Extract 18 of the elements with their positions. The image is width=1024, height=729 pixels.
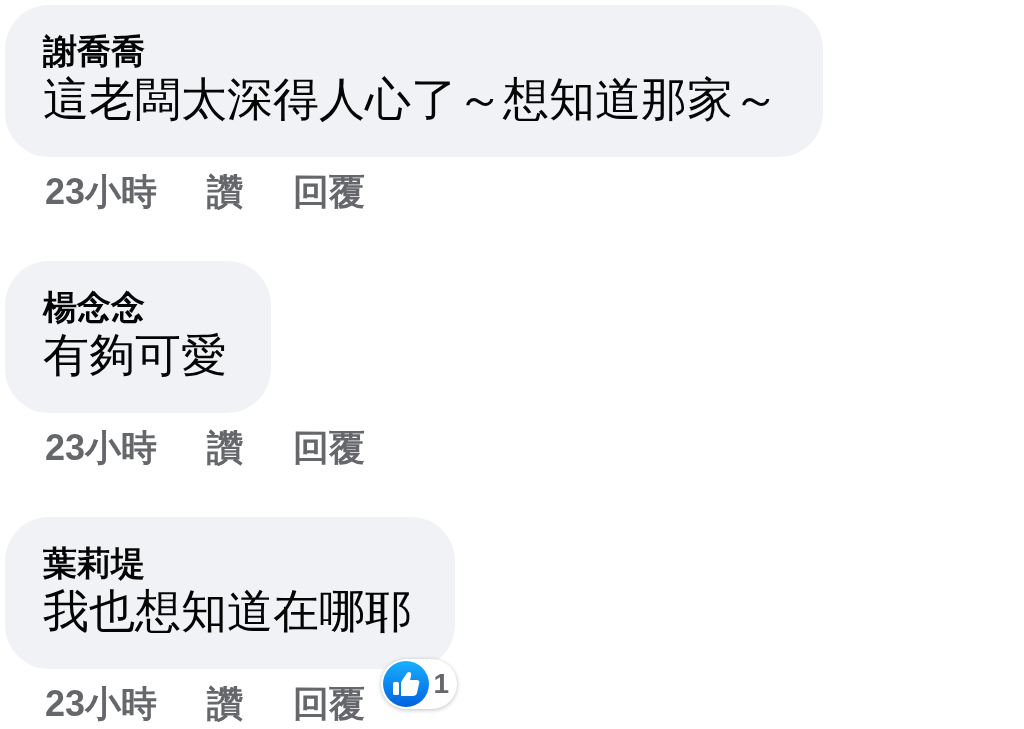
comment-author[interactable]: 葉莉堤 (43, 543, 411, 583)
comment-text: 我也想知道在哪耶 (43, 584, 411, 639)
reply-link[interactable]: 回覆 (293, 683, 366, 725)
like-link[interactable]: 讚 (207, 171, 244, 213)
reply-link[interactable]: 回覆 (293, 171, 366, 213)
comment-author[interactable]: 謝喬喬 (43, 31, 779, 71)
comment-time[interactable]: 23小時 (45, 171, 158, 213)
comment-text: 有夠可愛 (43, 328, 227, 383)
reply-link[interactable]: 回覆 (293, 427, 366, 469)
comment-text: 這老闆太深得人心了～想知道那家～ (43, 72, 779, 127)
reaction-count: 1 (433, 670, 449, 698)
comment-time[interactable]: 23小時 (45, 683, 158, 725)
thumbs-up-icon (383, 661, 430, 707)
like-link[interactable]: 讚 (207, 683, 244, 725)
comment-author[interactable]: 楊念念 (43, 287, 227, 327)
reaction-badge[interactable]: 1 (381, 659, 457, 709)
comment-time[interactable]: 23小時 (45, 427, 158, 469)
like-link[interactable]: 讚 (207, 427, 244, 469)
